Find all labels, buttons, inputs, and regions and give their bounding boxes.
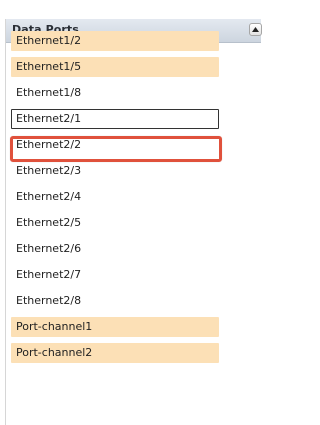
port-item-port-channel2[interactable]: Port-channel2 (11, 343, 219, 363)
port-label: Ethernet1/2 (16, 34, 82, 47)
port-item-ethernet1-2[interactable]: Ethernet1/2 (11, 31, 219, 51)
port-item-ethernet2-4[interactable]: Ethernet2/4 (11, 187, 219, 207)
port-item-ethernet2-3[interactable]: Ethernet2/3 (11, 161, 219, 181)
port-item-port-channel1[interactable]: Port-channel1 (11, 317, 219, 337)
port-item-ethernet2-6[interactable]: Ethernet2/6 (11, 239, 219, 259)
port-item-ethernet1-5[interactable]: Ethernet1/5 (11, 57, 219, 77)
port-label: Ethernet2/6 (16, 242, 82, 255)
port-label: Ethernet2/5 (16, 216, 82, 229)
port-label: Port-channel2 (16, 346, 93, 359)
port-item-ethernet1-8[interactable]: Ethernet1/8 (11, 83, 219, 103)
port-label: Ethernet2/7 (16, 268, 82, 281)
port-item-ethernet2-1[interactable]: Ethernet2/1 (11, 109, 219, 129)
port-label: Ethernet1/8 (16, 86, 82, 99)
triangle-up-icon (252, 27, 259, 32)
port-item-ethernet2-7[interactable]: Ethernet2/7 (11, 265, 219, 285)
port-label: Ethernet1/5 (16, 60, 82, 73)
port-item-ethernet2-8[interactable]: Ethernet2/8 (11, 291, 219, 311)
collapse-button[interactable] (249, 23, 262, 36)
port-item-ethernet2-5[interactable]: Ethernet2/5 (11, 213, 219, 233)
highlight-annotation-box (10, 136, 222, 162)
port-label: Ethernet2/4 (16, 190, 82, 203)
port-label: Ethernet2/1 (16, 112, 82, 125)
port-label: Ethernet2/3 (16, 164, 82, 177)
port-list: Ethernet1/2 Ethernet1/5 Ethernet1/8 Ethe… (11, 31, 219, 369)
port-label: Ethernet2/8 (16, 294, 82, 307)
port-label: Port-channel1 (16, 320, 93, 333)
